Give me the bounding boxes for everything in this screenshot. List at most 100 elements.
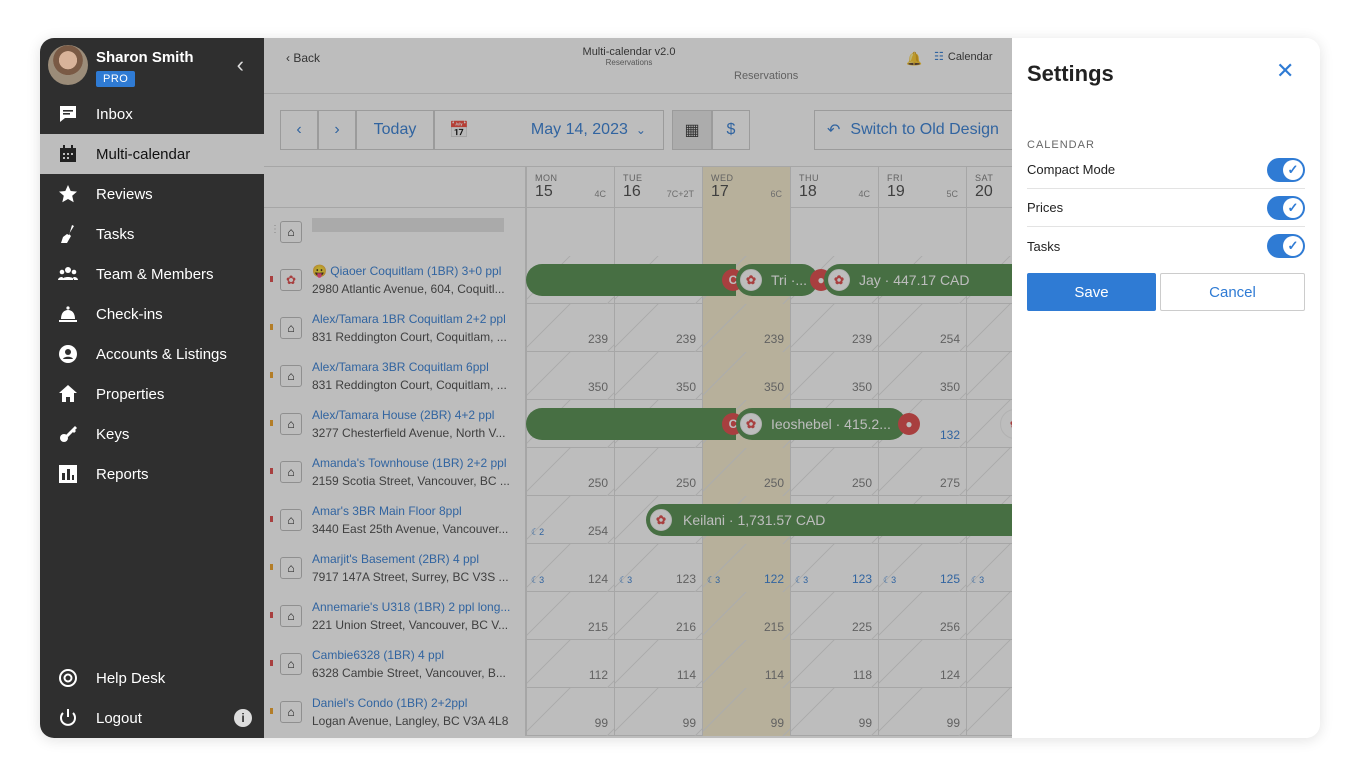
calendar-cell[interactable]: 350 xyxy=(878,352,966,400)
calendar-cell[interactable]: 114 xyxy=(702,640,790,688)
date-picker[interactable]: 📅 May 14, 2023 ⌄ xyxy=(434,110,664,150)
user-profile[interactable]: Sharon Smith PRO ‹ xyxy=(48,45,264,89)
listing-name[interactable]: Cambie6328 (1BR) 4 ppl xyxy=(312,648,512,662)
info-icon[interactable]: i xyxy=(234,709,252,727)
calendar-cell[interactable]: 250 xyxy=(614,448,702,496)
save-button[interactable]: Save xyxy=(1027,273,1156,311)
calendar-cell[interactable] xyxy=(614,208,702,256)
calendar-cell[interactable]: 256 xyxy=(878,592,966,640)
calendar-cell[interactable]: 350 xyxy=(790,352,878,400)
calendar-cell[interactable]: 99 xyxy=(526,688,614,736)
calendar-cell[interactable] xyxy=(966,640,1012,688)
calendar-cell[interactable]: 350 xyxy=(702,352,790,400)
listing-name[interactable]: Alex/Tamara 1BR Coquitlam 2+2 ppl xyxy=(312,312,512,326)
listing-cell[interactable]: ⌂ Amanda's Townhouse (1BR) 2+2 ppl 2159 Sc… xyxy=(264,448,526,496)
listing-name[interactable]: Amar's 3BR Main Floor 8ppl xyxy=(312,504,512,518)
calendar-cell[interactable]: 99 xyxy=(878,688,966,736)
calendar-cell[interactable] xyxy=(966,448,1012,496)
calendar-cell[interactable]: 216 xyxy=(614,592,702,640)
calendar-cell[interactable]: ☾2 254 xyxy=(526,496,614,544)
next-button[interactable]: › xyxy=(318,110,356,150)
search-input[interactable] xyxy=(312,218,504,232)
day-column-header[interactable]: SAT 20 xyxy=(966,167,1012,209)
price-view-toggle[interactable]: $ xyxy=(712,110,750,150)
day-column-header[interactable]: TUE 16 7C+2T xyxy=(614,167,702,209)
sidebar-item-reports[interactable]: Reports xyxy=(40,454,264,494)
calendar-cell[interactable] xyxy=(878,208,966,256)
calendar-cell[interactable]: 239 xyxy=(614,304,702,352)
reservation-bar[interactable] xyxy=(526,264,736,296)
calendar-cell[interactable]: 254 xyxy=(878,304,966,352)
sidebar-item-inbox[interactable]: Inbox xyxy=(40,94,264,134)
compact-mode-toggle[interactable] xyxy=(1267,157,1305,182)
drag-handle-icon[interactable]: ⋮ xyxy=(270,224,280,235)
calendar-cell[interactable]: 239 xyxy=(790,304,878,352)
listing-cell[interactable]: ⌂ Daniel's Condo (1BR) 2+2ppl Logan Avenue… xyxy=(264,688,526,736)
listing-cell[interactable]: ⌂ Annemarie's U318 (1BR) 2 ppl long... 221… xyxy=(264,592,526,640)
house-icon[interactable]: ⌂ xyxy=(280,221,302,243)
sidebar-item-properties[interactable]: Properties xyxy=(40,374,264,414)
calendar-cell[interactable] xyxy=(966,304,1012,352)
listing-name[interactable]: Amarjit's Basement (2BR) 4 ppl xyxy=(312,552,512,566)
sidebar-item-tasks[interactable]: Tasks xyxy=(40,214,264,254)
listing-name[interactable]: Amanda's Townhouse (1BR) 2+2 ppl xyxy=(312,456,512,470)
calendar-cell[interactable]: 215 xyxy=(702,592,790,640)
calendar-view-button[interactable]: ☷ Calendar xyxy=(934,50,993,63)
calendar-cell[interactable]: 250 xyxy=(702,448,790,496)
listing-cell[interactable]: ⌂ Amar's 3BR Main Floor 8ppl 3440 East 25t… xyxy=(264,496,526,544)
close-icon[interactable]: ✕ xyxy=(1276,58,1294,84)
day-column-header[interactable]: MON 15 4C xyxy=(526,167,614,209)
calendar-cell[interactable] xyxy=(966,208,1012,256)
calendar-cell[interactable]: ☾3 124 xyxy=(526,544,614,592)
calendar-cell[interactable]: 350 xyxy=(614,352,702,400)
calendar-cell[interactable]: 118 xyxy=(790,640,878,688)
day-column-header[interactable]: WED 17 6C xyxy=(702,167,790,209)
sidebar-item-check-ins[interactable]: Check-ins xyxy=(40,294,264,334)
calendar-cell[interactable] xyxy=(966,352,1012,400)
listing-cell[interactable]: ⌂ Alex/Tamara House (2BR) 4+2 ppl 3277 Che… xyxy=(264,400,526,448)
listing-name[interactable]: Daniel's Condo (1BR) 2+2ppl xyxy=(312,696,512,710)
calendar-cell[interactable]: 239 xyxy=(526,304,614,352)
collapse-sidebar-icon[interactable]: ‹ xyxy=(237,54,244,76)
calendar-cell[interactable]: 239 xyxy=(702,304,790,352)
listing-name[interactable]: 😛 Qiaoer Coquitlam (1BR) 3+0 ppl xyxy=(312,264,512,278)
calendar-cell[interactable]: 225 xyxy=(790,592,878,640)
today-button[interactable]: Today xyxy=(356,110,434,150)
calendar-cell[interactable] xyxy=(966,688,1012,736)
sidebar-item-accounts[interactable]: Accounts & Listings xyxy=(40,334,264,374)
cancel-button[interactable]: Cancel xyxy=(1160,273,1305,311)
calendar-cell[interactable]: 114 xyxy=(614,640,702,688)
calendar-cell[interactable]: 250 xyxy=(526,448,614,496)
listing-cell[interactable]: ✿ 😛 Qiaoer Coquitlam (1BR) 3+0 ppl 2980 At… xyxy=(264,256,526,304)
sidebar-item-keys[interactable]: Keys xyxy=(40,414,264,454)
calendar-cell[interactable]: 275 xyxy=(878,448,966,496)
calendar-cell[interactable]: 215 xyxy=(526,592,614,640)
day-column-header[interactable]: THU 18 4C xyxy=(790,167,878,209)
calendar-cell[interactable]: ☾3 123 xyxy=(614,544,702,592)
sidebar-item-reviews[interactable]: Reviews xyxy=(40,174,264,214)
listing-name[interactable]: Annemarie's U318 (1BR) 2 ppl long... xyxy=(312,600,512,614)
calendar-cell[interactable]: 250 xyxy=(790,448,878,496)
calendar-view-toggle[interactable]: ▦ xyxy=(672,110,712,150)
listing-cell[interactable]: ⌂ Cambie6328 (1BR) 4 ppl 6328 Cambie Stree… xyxy=(264,640,526,688)
sidebar-item-team[interactable]: Team & Members xyxy=(40,254,264,294)
notification-bell-icon[interactable]: 🔔 xyxy=(906,51,922,67)
calendar-cell[interactable] xyxy=(702,208,790,256)
calendar-cell[interactable] xyxy=(526,208,614,256)
back-link[interactable]: ‹ Back xyxy=(286,51,320,65)
calendar-cell[interactable]: 124 xyxy=(878,640,966,688)
calendar-cell[interactable]: 112 xyxy=(526,640,614,688)
calendar-cell[interactable]: 99 xyxy=(790,688,878,736)
calendar-cell[interactable]: 350 xyxy=(526,352,614,400)
calendar-cell[interactable]: 99 xyxy=(614,688,702,736)
listing-cell[interactable]: ⌂ Alex/Tamara 1BR Coquitlam 2+2 ppl 831 Re… xyxy=(264,304,526,352)
tasks-toggle[interactable] xyxy=(1267,234,1305,258)
calendar-cell[interactable] xyxy=(790,208,878,256)
calendar-cell[interactable]: ☾3 125 xyxy=(878,544,966,592)
calendar-cell[interactable]: ☾3 xyxy=(966,544,1012,592)
listing-cell[interactable]: ⌂ Alex/Tamara 3BR Coquitlam 6ppl 831 Reddi… xyxy=(264,352,526,400)
sidebar-item-multi-calendar[interactable]: Multi-calendar xyxy=(40,134,264,174)
reservation-bar[interactable]: Jay · 447.17 CAD xyxy=(824,264,1012,296)
calendar-cell[interactable] xyxy=(966,592,1012,640)
calendar-cell[interactable]: 99 xyxy=(702,688,790,736)
